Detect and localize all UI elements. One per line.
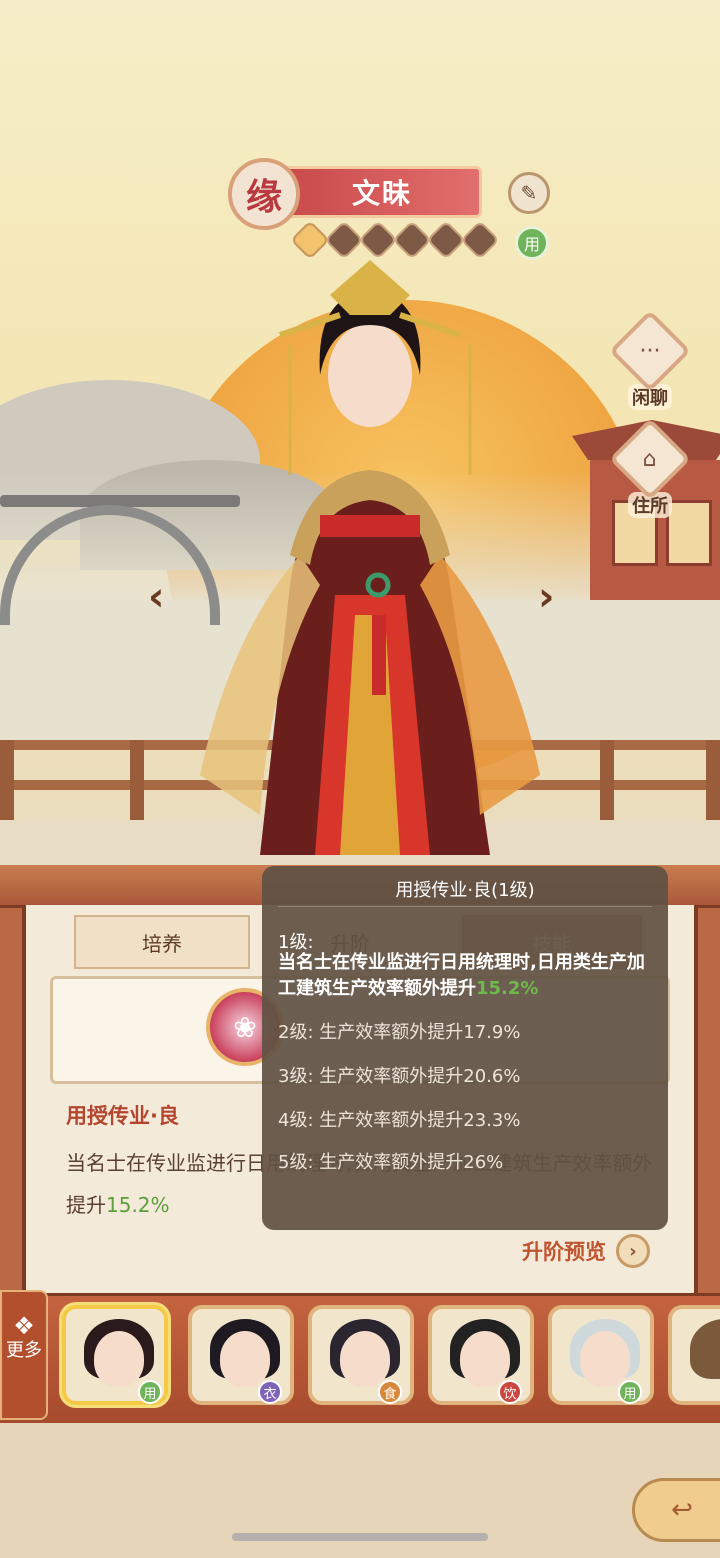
fate-badge: 缘 bbox=[228, 158, 300, 230]
star-empty-icon bbox=[392, 220, 432, 260]
tooltip-title: 用授传业·良(1级) bbox=[395, 880, 535, 901]
more-icon: ❖ bbox=[13, 1312, 35, 1340]
tooltip-level1-body: 当名士在传业监进行日用统理时,日用类生产加工建筑生产效率额外提升15.2% bbox=[278, 952, 645, 999]
star-empty-icon bbox=[358, 220, 398, 260]
tooltip-level: 5级: 生产效率额外提升26% bbox=[278, 1152, 504, 1173]
tooltip-level: 4级: 生产效率额外提升23.3% bbox=[278, 1110, 521, 1131]
home-indicator[interactable] bbox=[232, 1533, 488, 1541]
house-icon: ⌂ bbox=[643, 446, 657, 472]
role-badge: 用 bbox=[618, 1380, 642, 1404]
role-badge: 衣 bbox=[258, 1380, 282, 1404]
previous-character-arrow[interactable]: ‹ bbox=[148, 574, 164, 620]
skill-tooltip: 用授传业·良(1级) 1级: 当名士在传业监进行日用统理时,日用类生产加工建筑生… bbox=[262, 866, 668, 1230]
chat-icon: ··· bbox=[639, 338, 661, 364]
tab-cultivate[interactable]: 培养 bbox=[74, 915, 250, 969]
upgrade-preview-button[interactable]: 升阶预览 › bbox=[522, 1234, 650, 1268]
star-empty-icon bbox=[460, 220, 500, 260]
role-badge: 饮 bbox=[498, 1380, 522, 1404]
back-button[interactable]: ↩ bbox=[632, 1478, 720, 1542]
skill-title: 用授传业·良 bbox=[66, 1104, 179, 1128]
tooltip-level: 2级: 生产效率额外提升17.9% bbox=[278, 1022, 521, 1043]
character-name: 文昧 bbox=[282, 166, 482, 218]
chat-button[interactable]: ··· 闲聊 bbox=[608, 309, 692, 410]
more-button[interactable]: ❖ 更多 bbox=[0, 1290, 48, 1420]
role-badge: 食 bbox=[378, 1380, 402, 1404]
next-character-arrow[interactable]: › bbox=[538, 574, 554, 620]
residence-button[interactable]: ⌂ 住所 bbox=[608, 417, 692, 518]
chevron-right-icon: › bbox=[616, 1234, 650, 1268]
rename-icon[interactable]: ✎ bbox=[508, 172, 550, 214]
usage-badge: 用 bbox=[515, 226, 549, 260]
character-illustration bbox=[200, 260, 540, 855]
star-empty-icon bbox=[324, 220, 364, 260]
star-rating bbox=[290, 220, 500, 260]
role-badge: 用 bbox=[138, 1380, 162, 1404]
back-arrow-icon: ↩ bbox=[671, 1495, 693, 1525]
star-filled-icon bbox=[290, 220, 330, 260]
roster-portrait[interactable] bbox=[668, 1305, 720, 1405]
tooltip-level: 3级: 生产效率额外提升20.6% bbox=[278, 1066, 521, 1087]
star-empty-icon bbox=[426, 220, 466, 260]
